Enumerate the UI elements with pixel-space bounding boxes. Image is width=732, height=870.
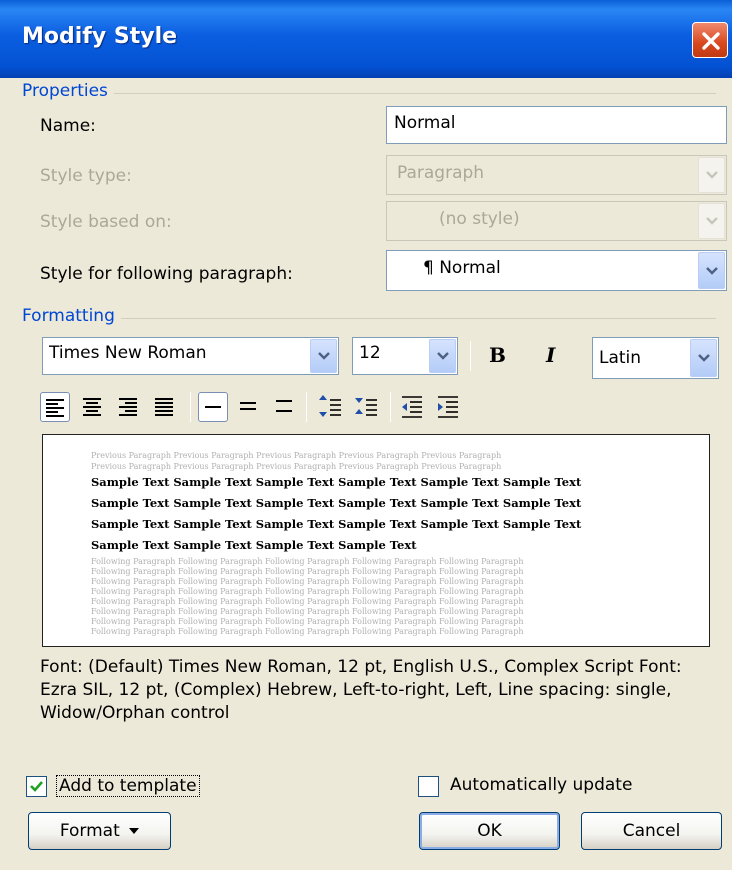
preview-following-paragraph: Following Paragraph Following Paragraph …: [91, 567, 524, 576]
preview-sample-line: Sample Text Sample Text Sample Text Samp…: [91, 538, 417, 552]
increase-indent-icon: [438, 396, 458, 418]
font-name-select[interactable]: Times New Roman: [42, 337, 339, 375]
chevron-down-icon: [706, 266, 718, 275]
add-to-template-checkbox[interactable]: [26, 776, 47, 797]
formatting-heading: Formatting: [22, 306, 121, 326]
preview-sample-line: Sample Text Sample Text Sample Text Samp…: [91, 517, 582, 531]
font-name-value: Times New Roman: [49, 343, 207, 363]
close-button[interactable]: [692, 22, 728, 58]
style-description: Font: (Default) Times New Roman, 12 pt, …: [40, 657, 682, 723]
chevron-down-icon: [706, 171, 718, 179]
properties-group-line: [24, 93, 716, 94]
preview-following-paragraph: Following Paragraph Following Paragraph …: [91, 597, 524, 606]
align-center-icon: [83, 398, 101, 416]
script-dropdown-arrow[interactable]: [690, 339, 717, 377]
style-type-label: Style type:: [40, 166, 132, 186]
space-before-icon: [319, 395, 341, 417]
modify-style-dialog: Modify Style Properties Name: Normal Sty…: [0, 0, 732, 870]
preview-sample-line: Sample Text Sample Text Sample Text Samp…: [91, 475, 582, 489]
preview-sample-line: Sample Text Sample Text Sample Text Samp…: [91, 496, 582, 510]
automatically-update-label[interactable]: Automatically update: [450, 775, 632, 795]
based-on-dropdown-arrow[interactable]: [698, 203, 725, 239]
align-right-button[interactable]: [114, 392, 144, 422]
add-to-template-label[interactable]: Add to template: [56, 775, 200, 797]
close-icon: [702, 32, 720, 50]
font-name-dropdown-arrow[interactable]: [310, 339, 337, 373]
font-size-dropdown-arrow[interactable]: [429, 339, 456, 373]
name-input[interactable]: Normal: [386, 106, 727, 144]
chevron-down-icon: [698, 354, 710, 362]
justify-button[interactable]: [150, 392, 180, 422]
font-size-value: 12: [359, 343, 381, 363]
dialog-title: Modify Style: [22, 24, 178, 49]
title-bar[interactable]: Modify Style: [0, 0, 732, 78]
preview-following-paragraph: Following Paragraph Following Paragraph …: [91, 587, 524, 596]
following-paragraph-label: Style for following paragraph:: [40, 264, 293, 284]
double-spacing-button[interactable]: [270, 392, 300, 422]
single-spacing-button[interactable]: [198, 392, 228, 422]
checkmark-icon: [30, 781, 43, 792]
ok-button[interactable]: OK: [419, 812, 560, 850]
preview-previous-paragraph: Previous Paragraph Previous Paragraph Pr…: [91, 462, 502, 471]
justify-icon: [155, 398, 173, 416]
properties-heading: Properties: [22, 81, 114, 101]
chevron-down-icon: [437, 352, 449, 360]
name-label: Name:: [40, 116, 96, 136]
one-half-spacing-button[interactable]: [234, 392, 264, 422]
preview-following-paragraph: Following Paragraph Following Paragraph …: [91, 577, 524, 586]
space-before-decrease-button[interactable]: [352, 392, 382, 422]
based-on-select[interactable]: (no style): [386, 201, 727, 241]
formatting-group-line: [24, 318, 716, 319]
script-value: Latin: [599, 348, 642, 368]
cancel-button[interactable]: Cancel: [581, 812, 722, 850]
automatically-update-checkbox[interactable]: [418, 776, 439, 797]
space-after-icon: [355, 398, 377, 416]
script-select[interactable]: Latin: [592, 337, 719, 379]
align-left-icon: [46, 399, 64, 417]
bold-button[interactable]: B: [489, 343, 506, 367]
toolbar-separator: [470, 341, 471, 371]
italic-button[interactable]: I: [546, 343, 555, 367]
preview-following-paragraph: Following Paragraph Following Paragraph …: [91, 557, 524, 566]
preview-following-paragraph: Following Paragraph Following Paragraph …: [91, 617, 524, 626]
caret-down-icon: [129, 828, 140, 834]
based-on-value: (no style): [439, 209, 520, 229]
toolbar-separator: [306, 392, 307, 422]
increase-indent-button[interactable]: [434, 392, 464, 422]
decrease-indent-icon: [402, 396, 422, 418]
preview-following-paragraph: Following Paragraph Following Paragraph …: [91, 607, 524, 616]
double-spacing-icon: [276, 400, 292, 412]
toolbar-separator: [190, 392, 191, 422]
format-button-label: Format: [59, 821, 120, 841]
format-button[interactable]: Format: [28, 812, 171, 850]
space-before-increase-button[interactable]: [316, 392, 346, 422]
style-type-select[interactable]: Paragraph: [386, 155, 727, 195]
toolbar-separator: [390, 392, 391, 422]
based-on-label: Style based on:: [40, 212, 172, 232]
style-type-dropdown-arrow[interactable]: [698, 157, 725, 193]
chevron-down-icon: [706, 217, 718, 225]
preview-previous-paragraph: Previous Paragraph Previous Paragraph Pr…: [91, 451, 502, 460]
following-paragraph-value: ¶ Normal: [423, 258, 501, 278]
style-type-value: Paragraph: [397, 163, 485, 183]
style-preview-pane: Previous Paragraph Previous Paragraph Pr…: [42, 434, 710, 647]
decrease-indent-button[interactable]: [398, 392, 428, 422]
chevron-down-icon: [318, 352, 330, 360]
one-half-spacing-icon: [240, 402, 256, 410]
align-center-button[interactable]: [78, 392, 108, 422]
font-size-select[interactable]: 12: [352, 337, 458, 375]
align-left-button[interactable]: [40, 392, 70, 422]
preview-following-paragraph: Following Paragraph Following Paragraph …: [91, 627, 524, 636]
align-right-icon: [119, 398, 137, 416]
following-paragraph-dropdown-arrow[interactable]: [698, 252, 725, 289]
following-paragraph-select[interactable]: ¶ Normal: [386, 250, 727, 291]
single-spacing-icon: [205, 406, 221, 408]
